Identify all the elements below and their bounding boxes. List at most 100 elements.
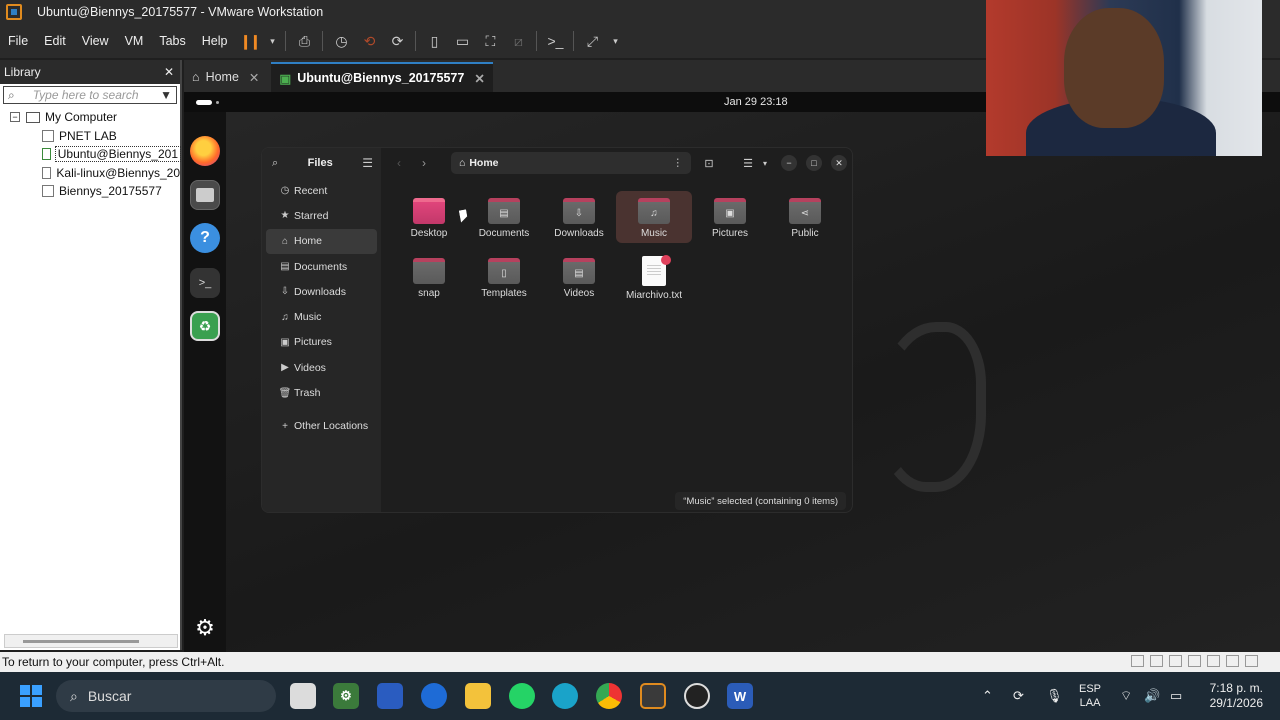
sidebar-item-trash[interactable]: 🗑 Trash — [266, 380, 377, 405]
scrollbar-thumb[interactable] — [23, 640, 139, 643]
library-search-input[interactable]: ⌕ Type here to search ▼ — [3, 86, 177, 104]
unity-icon[interactable]: ⧄ — [508, 31, 528, 51]
collapse-icon[interactable]: − — [10, 112, 20, 123]
sidebar-item-recent[interactable]: ◷ Recent — [266, 178, 377, 203]
sidebar-item-pictures[interactable]: ▣ Pictures — [266, 330, 377, 355]
file-item-downloads[interactable]: ⇩ Downloads — [541, 194, 617, 239]
network-icon[interactable] — [1169, 655, 1182, 667]
tree-node-my-computer[interactable]: − My Computer — [10, 108, 180, 127]
sidebar-item-starred[interactable]: ★ Starred — [266, 203, 377, 228]
gnome-clock[interactable]: Jan 29 23:18 — [724, 96, 788, 108]
obs-icon[interactable] — [684, 683, 710, 709]
stretch-icon[interactable]: ⤢ — [582, 31, 602, 51]
chevron-down-icon[interactable]: ▾ — [756, 154, 774, 172]
search-icon[interactable]: ⌕ — [272, 157, 278, 170]
tab-ubuntu-vm[interactable]: ▣ Ubuntu@Biennys_20175577 ✕ — [271, 62, 493, 92]
back-icon[interactable]: ‹ — [389, 156, 409, 170]
app-icon[interactable] — [377, 683, 403, 709]
app-icon[interactable]: ⚙ — [333, 683, 359, 709]
console-icon[interactable]: >_ — [545, 31, 565, 51]
edge-icon[interactable] — [552, 683, 578, 709]
menu-edit[interactable]: Edit — [36, 34, 74, 48]
thumbnail-bar-icon[interactable]: ▭ — [452, 31, 472, 51]
printer-icon[interactable] — [1226, 655, 1239, 667]
volume-icon[interactable]: 🔊 — [1144, 672, 1160, 720]
chevron-up-icon[interactable]: ⌃ — [982, 672, 993, 720]
fullscreen-icon[interactable]: ⛶ — [480, 31, 500, 51]
path-bar[interactable]: ⌂ Home ⋮ — [451, 152, 691, 174]
dropdown-icon[interactable]: ▾ — [610, 31, 620, 51]
show-apps-icon[interactable]: ⚙ — [190, 613, 220, 643]
language-indicator[interactable]: ESP LAA — [1079, 682, 1101, 710]
word-icon[interactable]: W — [727, 683, 753, 709]
snapshot-icon[interactable]: ◷ — [331, 31, 351, 51]
dropdown-icon[interactable]: ▾ — [267, 31, 277, 51]
sound-icon[interactable] — [1207, 655, 1220, 667]
menu-help[interactable]: Help — [194, 34, 236, 48]
file-item-desktop[interactable]: Desktop — [391, 194, 467, 239]
tree-node-vm[interactable]: Kali-linux@Biennys_20 — [10, 164, 180, 183]
close-icon[interactable]: ✕ — [831, 155, 847, 171]
tab-home[interactable]: ⌂ Home ✕ — [184, 62, 267, 92]
activities-indicator[interactable] — [196, 100, 212, 105]
file-item-public[interactable]: ⋖ Public — [767, 194, 843, 239]
sidebar-item-videos[interactable]: ▶ Videos — [266, 355, 377, 380]
snapshot-manager-icon[interactable]: ⟳ — [387, 31, 407, 51]
file-item-pictures[interactable]: ▣ Pictures — [692, 194, 768, 239]
taskbar-search[interactable]: ⌕ Buscar — [56, 680, 276, 712]
kebab-menu-icon[interactable]: ⋮ — [673, 157, 684, 169]
send-keys-icon[interactable]: ⎙ — [294, 31, 314, 51]
sidebar-item-documents[interactable]: ▤ Documents — [266, 254, 377, 279]
sidebar-item-home[interactable]: ⌂ Home — [266, 228, 377, 254]
view-toggle-icon[interactable]: ⊡ — [700, 154, 718, 172]
library-scrollbar[interactable] — [4, 634, 178, 648]
menu-vm[interactable]: VM — [117, 34, 152, 48]
menu-view[interactable]: View — [74, 34, 117, 48]
tree-node-vm[interactable]: PNET LAB — [10, 127, 180, 146]
file-item-documents[interactable]: ▤ Documents — [466, 194, 542, 239]
chrome-icon[interactable] — [596, 683, 622, 709]
app-icon[interactable] — [421, 683, 447, 709]
whatsapp-icon[interactable] — [509, 683, 535, 709]
taskbar-clock[interactable]: 7:18 p. m. 29/1/2026 — [1203, 681, 1263, 711]
chevron-down-icon[interactable]: ▼ — [160, 88, 176, 102]
battery-icon[interactable]: ▭ — [1170, 672, 1182, 720]
maximize-icon[interactable]: □ — [806, 155, 822, 171]
close-tab-icon[interactable]: ✕ — [249, 70, 259, 85]
close-icon[interactable]: ✕ — [164, 65, 174, 79]
terminal-icon[interactable]: >_ — [190, 268, 220, 298]
file-item-templates[interactable]: ▯ Templates — [466, 254, 542, 299]
sync-icon[interactable]: ⟳ — [1013, 672, 1024, 720]
library-toggle-icon[interactable]: ▯ — [424, 31, 444, 51]
file-explorer-icon[interactable] — [465, 683, 491, 709]
tree-node-vm[interactable]: Biennys_20175577 — [10, 182, 180, 201]
vmware-taskbar-icon[interactable] — [640, 683, 666, 709]
sidebar-item-other-locations[interactable]: + Other Locations — [266, 414, 377, 439]
hdd-icon[interactable] — [1131, 655, 1144, 667]
firefox-icon[interactable] — [190, 136, 220, 166]
help-icon[interactable]: ? — [190, 223, 220, 253]
pause-icon[interactable]: ❙❙ — [239, 31, 261, 51]
usb-icon[interactable] — [1188, 655, 1201, 667]
task-view-icon[interactable] — [290, 683, 316, 709]
close-tab-icon[interactable]: ✕ — [474, 71, 484, 86]
hamburger-menu-icon[interactable]: ☰ — [362, 156, 373, 170]
wifi-icon[interactable]: ⌔ — [1120, 672, 1132, 720]
file-item-music[interactable]: ♫ Music — [616, 191, 692, 243]
cd-icon[interactable] — [1150, 655, 1163, 667]
tree-node-vm-selected[interactable]: Ubuntu@Biennys_201 — [10, 145, 182, 164]
windows-start-icon[interactable] — [20, 685, 42, 707]
menu-file[interactable]: File — [0, 34, 36, 48]
minimize-icon[interactable]: − — [781, 155, 797, 171]
files-app-icon[interactable] — [190, 180, 220, 210]
file-item-videos[interactable]: ▤ Videos — [541, 254, 617, 299]
sidebar-item-downloads[interactable]: ⇩ Downloads — [266, 279, 377, 304]
file-item-snap[interactable]: snap — [391, 254, 467, 299]
menu-tabs[interactable]: Tabs — [151, 34, 193, 48]
microphone-icon[interactable]: 🎙 — [1046, 672, 1063, 720]
file-item-miarchivo[interactable]: Miarchivo.txt — [616, 252, 692, 301]
display-icon[interactable] — [1245, 655, 1258, 667]
trash-icon[interactable]: ♻ — [190, 311, 220, 341]
sidebar-item-music[interactable]: ♫ Music — [266, 304, 377, 329]
revert-snapshot-icon[interactable]: ⟲ — [359, 31, 379, 51]
